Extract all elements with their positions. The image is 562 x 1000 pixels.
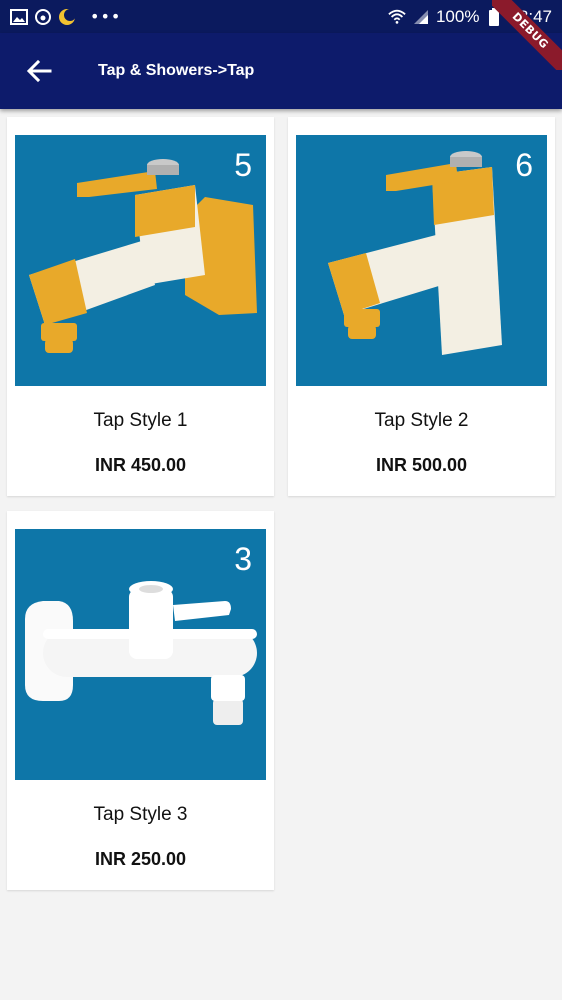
product-image-2: 6 xyxy=(296,135,547,386)
product-card-3[interactable]: 3 Tap Style 3 INR 250.00 xyxy=(7,511,274,890)
product-number-2: 6 xyxy=(515,147,533,183)
product-number-1: 5 xyxy=(234,147,252,183)
page-title: Tap & Showers->Tap xyxy=(98,62,255,79)
product-name-2: Tap Style 2 xyxy=(374,410,469,431)
product-card-2[interactable]: 6 Tap Style 2 INR 500.00 xyxy=(288,117,555,496)
app-bar: Tap & Showers->Tap xyxy=(0,33,562,109)
debug-banner-label: DEBUG xyxy=(492,0,562,70)
product-image-1: 5 xyxy=(15,135,266,386)
battery-percentage: 100% xyxy=(435,6,480,26)
product-price-2: INR 500.00 xyxy=(375,455,468,475)
product-name-1: Tap Style 1 xyxy=(93,410,188,431)
more-notifications-icon: ••• xyxy=(90,7,122,26)
product-price-1: INR 450.00 xyxy=(94,455,187,475)
signal-icon xyxy=(412,8,430,26)
back-button[interactable] xyxy=(19,51,59,91)
product-image-3: 3 xyxy=(15,529,266,780)
arrow-back-icon xyxy=(26,59,52,83)
music-sync-icon xyxy=(34,8,52,26)
moon-icon xyxy=(58,8,76,26)
wifi-icon xyxy=(388,8,406,26)
product-card-1[interactable]: 5 Tap Style 1 INR 450.00 xyxy=(7,117,274,496)
status-bar: ••• 100% 08:47 xyxy=(0,0,562,33)
debug-banner: DEBUG xyxy=(492,0,562,70)
status-left: ••• xyxy=(10,7,121,26)
product-number-3: 3 xyxy=(234,541,252,577)
product-price-3: INR 250.00 xyxy=(94,849,187,869)
gallery-icon xyxy=(10,8,28,26)
product-name-3: Tap Style 3 xyxy=(93,804,188,825)
